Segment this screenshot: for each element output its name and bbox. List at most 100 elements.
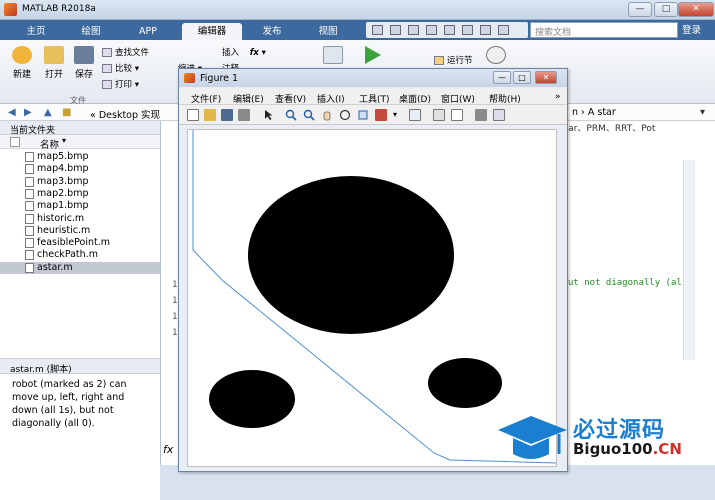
dropdown-icon[interactable]: ▾ bbox=[700, 107, 705, 118]
cut-icon[interactable] bbox=[390, 25, 401, 35]
tab-apps[interactable]: APP bbox=[122, 23, 174, 40]
maximize-button[interactable]: □ bbox=[654, 2, 678, 17]
file-list-item[interactable]: feasiblePoint.m bbox=[0, 237, 160, 249]
back-arrow-icon[interactable]: ◀ bbox=[8, 107, 16, 118]
menu-window[interactable]: 窗口(W) bbox=[441, 92, 475, 105]
copy-icon[interactable] bbox=[408, 25, 419, 35]
file-list-item[interactable]: map3.bmp bbox=[0, 176, 160, 188]
print-button[interactable]: 打印 ▾ bbox=[102, 78, 139, 90]
watermark-domain: .CN bbox=[652, 440, 682, 458]
run-and-time-button[interactable] bbox=[486, 46, 506, 67]
open-file-icon[interactable] bbox=[204, 109, 216, 121]
file-name: map4.bmp bbox=[37, 163, 89, 175]
open-button[interactable]: 打开 bbox=[40, 46, 68, 80]
find-files-button[interactable]: 查找文件 bbox=[102, 46, 149, 58]
obstacle-left bbox=[209, 370, 295, 428]
file-list-item[interactable]: map4.bmp bbox=[0, 163, 160, 175]
menu-help[interactable]: 帮助(H) bbox=[489, 92, 521, 105]
print-figure-icon[interactable] bbox=[238, 109, 250, 121]
floppy-icon bbox=[74, 46, 94, 64]
forward-arrow-icon[interactable]: ▶ bbox=[24, 107, 32, 118]
editor-tab-strip[interactable]: star、PRM、RRT、Pot bbox=[560, 121, 695, 135]
document-icon bbox=[323, 46, 343, 64]
current-folder-header: 当前文件夹 bbox=[0, 121, 160, 136]
zoom-out-icon[interactable] bbox=[303, 109, 315, 121]
file-list-item[interactable]: astar.m bbox=[0, 261, 160, 274]
file-list-item[interactable]: map5.bmp bbox=[0, 151, 160, 163]
obstacle-right bbox=[428, 358, 502, 408]
address-path-right: n › A star bbox=[572, 107, 616, 118]
tab-plots[interactable]: 绘图 bbox=[65, 23, 117, 40]
file-list-item[interactable]: map2.bmp bbox=[0, 188, 160, 200]
login-button[interactable]: 登录 bbox=[682, 22, 701, 36]
file-list-item[interactable]: historic.m bbox=[0, 213, 160, 225]
run-icon bbox=[365, 46, 381, 64]
file-list-item[interactable]: heuristic.m bbox=[0, 225, 160, 237]
zoom-in-icon[interactable] bbox=[285, 109, 297, 121]
file-list-item[interactable]: map1.bmp bbox=[0, 200, 160, 212]
figure-title-bar[interactable]: Figure 1 — □ ✕ bbox=[179, 69, 567, 87]
insert-colorbar-icon[interactable] bbox=[433, 109, 445, 121]
switch-windows-icon[interactable] bbox=[480, 25, 491, 35]
menu-tools[interactable]: 工具(T) bbox=[359, 92, 390, 105]
menu-insert[interactable]: 插入(I) bbox=[317, 92, 345, 105]
figure-minimize-button[interactable]: — bbox=[493, 71, 511, 84]
menu-file[interactable]: 文件(F) bbox=[191, 92, 221, 105]
select-all-checkbox[interactable] bbox=[10, 137, 20, 147]
print-label: 打印 bbox=[115, 80, 133, 90]
editor-scrollbar[interactable] bbox=[683, 160, 695, 360]
help-icon[interactable] bbox=[498, 25, 509, 35]
figure-maximize-button[interactable]: □ bbox=[513, 71, 531, 84]
paste-icon[interactable] bbox=[426, 25, 437, 35]
brush-icon[interactable] bbox=[375, 109, 387, 121]
line-number: 1 bbox=[172, 328, 178, 338]
insert-legend-icon[interactable] bbox=[451, 109, 463, 121]
find-icon bbox=[102, 48, 112, 57]
save-figure-icon[interactable] bbox=[221, 109, 233, 121]
run-section-button[interactable]: 运行节 bbox=[434, 54, 473, 66]
undo-icon[interactable] bbox=[444, 25, 455, 35]
tab-home[interactable]: 主页 bbox=[10, 23, 62, 40]
menu-view[interactable]: 查看(V) bbox=[275, 92, 306, 105]
address-path[interactable]: « Desktop 实现 bbox=[90, 107, 160, 121]
go-to-button[interactable] bbox=[322, 46, 344, 67]
show-plot-tools-icon[interactable] bbox=[493, 109, 505, 121]
rotate-3d-icon[interactable] bbox=[339, 109, 351, 121]
save-icon[interactable] bbox=[372, 25, 383, 35]
link-plot-icon[interactable] bbox=[409, 109, 421, 121]
brush-dropdown-icon[interactable]: ▾ bbox=[393, 109, 405, 121]
compare-button[interactable]: 比较 ▾ bbox=[102, 62, 139, 74]
timer-icon bbox=[486, 46, 506, 64]
tab-publish[interactable]: 发布 bbox=[246, 23, 298, 40]
file-name: historic.m bbox=[37, 212, 85, 224]
command-prompt[interactable]: fx bbox=[160, 440, 180, 465]
new-figure-icon[interactable] bbox=[187, 109, 199, 121]
insert-button[interactable]: 插入 fx ▾ bbox=[222, 46, 266, 58]
new-button[interactable]: 新建 bbox=[8, 46, 36, 80]
browse-folder-icon[interactable]: ■ bbox=[62, 107, 71, 118]
save-button[interactable]: 保存 bbox=[70, 46, 98, 80]
folder-icon bbox=[44, 46, 64, 64]
run-button[interactable] bbox=[362, 46, 384, 67]
folder-up-icon[interactable]: ▲ bbox=[44, 107, 52, 118]
details-text: robot (marked as 2) can move up, left, r… bbox=[0, 374, 160, 500]
menu-overflow-icon[interactable]: » bbox=[555, 92, 561, 102]
redo-icon[interactable] bbox=[462, 25, 473, 35]
data-cursor-icon[interactable] bbox=[357, 109, 369, 121]
close-button[interactable]: ✕ bbox=[678, 2, 714, 17]
name-column-header[interactable]: 名称 bbox=[40, 137, 59, 151]
m-file-icon bbox=[25, 225, 34, 236]
menu-edit[interactable]: 编辑(E) bbox=[233, 92, 264, 105]
menu-desktop[interactable]: 桌面(D) bbox=[399, 92, 431, 105]
figure-close-button[interactable]: ✕ bbox=[535, 71, 557, 84]
pan-hand-icon[interactable] bbox=[321, 109, 333, 121]
search-input[interactable]: 搜索文档 bbox=[530, 22, 678, 38]
minimize-button[interactable]: — bbox=[628, 2, 652, 17]
pointer-icon[interactable] bbox=[263, 109, 275, 121]
figure-toolbar: ▾ bbox=[179, 105, 567, 125]
tab-view[interactable]: 视图 bbox=[302, 23, 354, 40]
title-bar: MATLAB R2018a — □ ✕ bbox=[0, 0, 715, 20]
file-list-item[interactable]: checkPath.m bbox=[0, 249, 160, 261]
tab-editor[interactable]: 编辑器 bbox=[182, 23, 242, 40]
hide-plot-tools-icon[interactable] bbox=[475, 109, 487, 121]
